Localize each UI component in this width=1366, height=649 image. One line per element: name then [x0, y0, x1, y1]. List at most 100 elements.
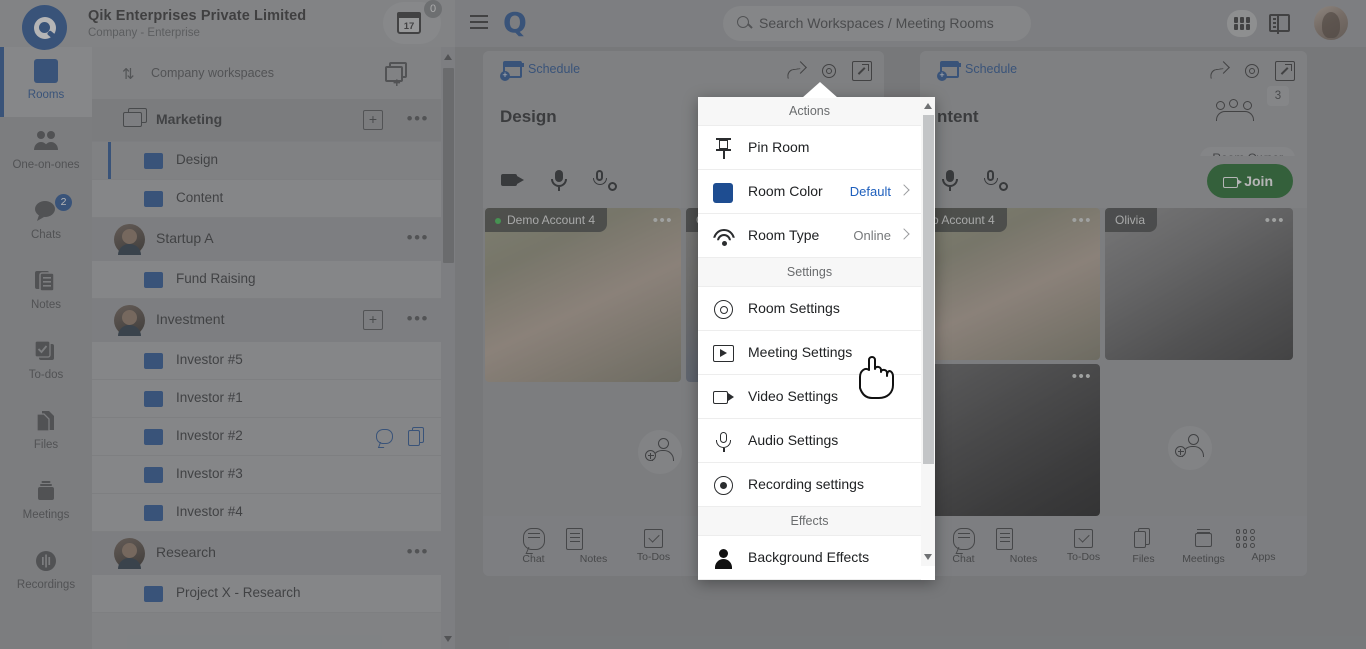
workspace-group-startup-a[interactable]: Startup A ••• [92, 218, 455, 261]
room-item-content[interactable]: Content [92, 180, 455, 218]
gear-icon[interactable] [819, 61, 839, 81]
panel-view-button[interactable] [1264, 10, 1294, 37]
sidebar-item-recordings[interactable]: Recordings [0, 537, 92, 607]
workspace-group-investment[interactable]: Investment + ••• [92, 299, 455, 342]
tile-more-button[interactable]: ••• [1072, 368, 1092, 385]
footer-meetings-button[interactable]: Meetings [1174, 528, 1234, 565]
microphone-settings-icon[interactable] [593, 168, 617, 192]
scroll-thumb[interactable] [923, 115, 934, 464]
meetings-icon [0, 478, 92, 504]
menu-scrollbar[interactable] [921, 97, 935, 566]
room-item-investor-5[interactable]: Investor #5 [92, 342, 455, 380]
room-item-investor-4[interactable]: Investor #4 [92, 494, 455, 532]
footer-files-button[interactable]: Files [1114, 528, 1174, 565]
scroll-down-arrow-icon[interactable] [444, 636, 452, 642]
microphone-icon[interactable] [938, 168, 962, 192]
chats-badge: 2 [55, 194, 72, 211]
sidebar-item-meetings[interactable]: Meetings [0, 467, 92, 537]
chevron-right-icon [898, 184, 909, 195]
room-item-fund-raising[interactable]: Fund Raising [92, 261, 455, 299]
menu-item-meeting-settings[interactable]: Meeting Settings [698, 331, 921, 375]
grid-view-button[interactable] [1227, 10, 1257, 37]
share-icon[interactable] [786, 61, 806, 81]
add-participant-button[interactable] [638, 430, 682, 474]
menu-item-recording-settings[interactable]: Recording settings [698, 463, 921, 507]
sidebar-item-to-dos[interactable]: To-dos [0, 327, 92, 397]
room-item-project-x-research[interactable]: Project X - Research [92, 575, 455, 613]
user-avatar[interactable] [1314, 6, 1348, 40]
tile-more-button[interactable]: ••• [1072, 212, 1092, 229]
participant-tile[interactable]: ••• [922, 364, 1100, 516]
scroll-up-arrow-icon[interactable] [924, 103, 932, 109]
footer-notes-button[interactable]: Notes [994, 528, 1054, 565]
group-more-button[interactable]: ••• [407, 109, 429, 129]
expand-icon[interactable] [1275, 61, 1295, 81]
schedule-icon[interactable]: + [937, 61, 959, 81]
room-color-swatch [144, 505, 163, 521]
room-item-investor-2[interactable]: Investor #2 [92, 418, 455, 456]
participants-icon[interactable] [1216, 99, 1261, 125]
scroll-down-arrow-icon[interactable] [924, 554, 932, 560]
workspace-group-marketing[interactable]: Marketing + ••• [92, 99, 455, 142]
footer-chat-button[interactable]: Chat [504, 528, 564, 565]
participant-tile[interactable]: Olivia ••• [1105, 208, 1293, 360]
add-participant-button[interactable] [1168, 426, 1212, 470]
expand-icon[interactable] [852, 61, 872, 81]
microphone-icon[interactable] [547, 168, 571, 192]
menu-item-video-settings[interactable]: Video Settings [698, 375, 921, 419]
add-room-button[interactable]: + [363, 110, 383, 130]
microphone-settings-icon[interactable] [984, 168, 1008, 192]
menu-item-room-type[interactable]: Room Type Online [698, 214, 921, 258]
group-more-button[interactable]: ••• [407, 542, 429, 562]
workspace-group-research[interactable]: Research ••• [92, 532, 455, 575]
calendar-button[interactable]: 17 0 [383, 2, 441, 44]
group-more-button[interactable]: ••• [407, 309, 429, 329]
menu-item-room-settings[interactable]: Room Settings [698, 287, 921, 331]
sidebar-item-one-on-ones[interactable]: One-on-ones [0, 117, 92, 187]
files-icon[interactable] [408, 427, 425, 446]
sidebar-item-rooms[interactable]: Rooms [0, 47, 92, 117]
workspace-list-header: ⇅ Company workspaces + [92, 47, 455, 99]
room-color-swatch [144, 153, 163, 169]
room-item-investor-3[interactable]: Investor #3 [92, 456, 455, 494]
menu-section-settings: Settings [698, 258, 921, 287]
join-button[interactable]: Join [1207, 164, 1293, 198]
schedule-button[interactable]: Schedule [965, 62, 1017, 76]
video-camera-icon[interactable] [501, 168, 525, 192]
chat-icon[interactable] [376, 429, 393, 444]
add-workspace-button[interactable]: + [385, 62, 409, 84]
workspace-scrollbar[interactable] [441, 47, 455, 649]
schedule-button[interactable]: Schedule [528, 62, 580, 76]
room-item-design[interactable]: Design [92, 142, 455, 180]
footer-label: Files [1114, 553, 1174, 565]
search-input[interactable]: Search Workspaces / Meeting Rooms [723, 6, 1031, 41]
menu-toggle-button[interactable] [470, 15, 488, 29]
schedule-icon[interactable]: + [500, 61, 522, 81]
menu-item-room-color[interactable]: Room Color Default [698, 170, 921, 214]
room-item-investor-1[interactable]: Investor #1 [92, 380, 455, 418]
tile-more-button[interactable]: ••• [653, 212, 673, 229]
scroll-up-arrow-icon[interactable] [444, 54, 452, 60]
menu-item-pin-room[interactable]: Pin Room [698, 126, 921, 170]
sidebar-item-notes[interactable]: Notes [0, 257, 92, 327]
sidebar-item-label: Meetings [0, 509, 92, 521]
footer-todos-button[interactable]: To-Dos [624, 529, 684, 563]
menu-item-audio-settings[interactable]: Audio Settings [698, 419, 921, 463]
footer-apps-button[interactable]: Apps [1234, 529, 1294, 563]
footer-chat-button[interactable]: Chat [934, 528, 994, 565]
participant-tile[interactable]: o Account 4 ••• [922, 208, 1100, 360]
gear-icon[interactable] [1242, 61, 1262, 81]
menu-item-label: Room Settings [748, 300, 840, 316]
scroll-thumb[interactable] [443, 68, 454, 263]
footer-notes-button[interactable]: Notes [564, 528, 624, 565]
participant-tile[interactable]: Demo Account 4 ••• [485, 208, 681, 382]
sidebar-item-chats[interactable]: 2 Chats [0, 187, 92, 257]
group-more-button[interactable]: ••• [407, 228, 429, 248]
tile-more-button[interactable]: ••• [1265, 212, 1285, 229]
sidebar-item-files[interactable]: Files [0, 397, 92, 467]
add-room-button[interactable]: + [363, 310, 383, 330]
menu-item-background-effects[interactable]: Background Effects [698, 536, 921, 580]
footer-todos-button[interactable]: To-Dos [1054, 529, 1114, 563]
share-icon[interactable] [1209, 61, 1229, 81]
sort-icon[interactable]: ⇅ [122, 65, 135, 83]
